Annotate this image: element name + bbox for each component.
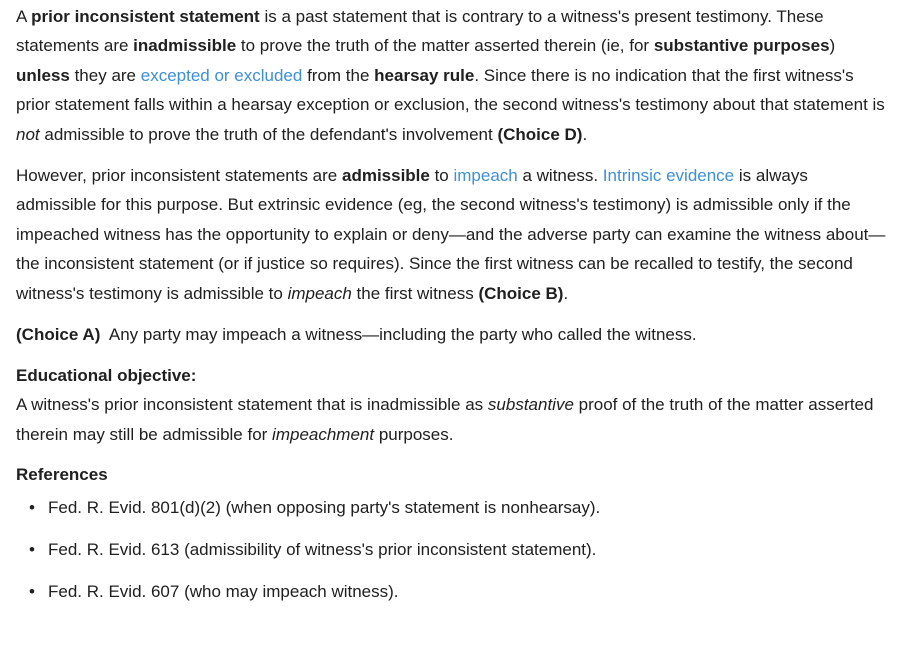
- bullet-icon: •: [29, 498, 35, 518]
- references-heading: References: [16, 460, 886, 489]
- explanation-paragraph-3: (Choice A) Any party may impeach a witne…: [16, 320, 886, 349]
- reference-text: Fed. R. Evid. 613 (admissibility of witn…: [48, 540, 597, 560]
- references-title: References: [16, 465, 108, 485]
- reference-item: • Fed. R. Evid. 613 (admissibility of wit…: [29, 535, 886, 564]
- term-inadmissible: inadmissible: [133, 36, 237, 56]
- text-segment: admissible to prove the truth of the def…: [39, 124, 498, 144]
- text-segment: from the: [302, 65, 375, 85]
- choice-b-label: (Choice B): [478, 283, 564, 303]
- choice-a-label: (Choice A): [16, 325, 101, 345]
- term-unless: unless: [16, 65, 70, 85]
- term-substantive-purposes: substantive purposes: [653, 36, 830, 56]
- explanation-paragraph-1: A prior inconsistent statement is a past…: [16, 2, 886, 149]
- educational-objective-title: Educational objective:: [16, 366, 197, 386]
- reference-text: Fed. R. Evid. 607 (who may impeach witne…: [48, 582, 399, 602]
- explanation-content: A prior inconsistent statement is a past…: [0, 0, 886, 606]
- link-impeach[interactable]: impeach: [453, 166, 517, 185]
- term-prior-inconsistent-statement: prior inconsistent statement: [31, 7, 260, 26]
- reference-text: Fed. R. Evid. 801(d)(2) (when opposing p…: [48, 498, 601, 518]
- emphasis-impeachment: impeachment: [272, 424, 375, 444]
- link-excepted-or-excluded[interactable]: excepted or excluded: [141, 66, 303, 85]
- term-admissible: admissible: [341, 166, 430, 186]
- text-segment: A witness's prior inconsistent statement…: [16, 395, 488, 415]
- reference-item: • Fed. R. Evid. 607 (who may impeach witn…: [29, 577, 886, 606]
- text-segment: A: [16, 7, 32, 26]
- bullet-icon: •: [29, 582, 35, 602]
- educational-objective-text: A witness's prior inconsistent statement…: [16, 390, 886, 449]
- reference-item: • Fed. R. Evid. 801(d)(2) (when opposing …: [29, 493, 886, 522]
- explanation-paragraph-2: However, prior inconsistent statements a…: [16, 161, 886, 308]
- text-segment: purposes.: [374, 424, 454, 444]
- educational-objective-heading: Educational objective:: [16, 361, 886, 390]
- emphasis-not: not: [16, 124, 40, 144]
- text-segment: Any party may impeach a witness—includin…: [100, 325, 697, 345]
- text-segment: .: [582, 124, 588, 144]
- term-hearsay-rule: hearsay rule: [374, 65, 475, 85]
- text-segment: the first witness: [351, 283, 479, 303]
- text-segment: they are: [69, 65, 141, 85]
- choice-d-label: (Choice D): [497, 124, 583, 144]
- text-segment: However, prior inconsistent statements a…: [16, 166, 342, 186]
- text-segment: .: [563, 283, 569, 303]
- text-segment: to: [429, 166, 454, 186]
- text-segment: a witness.: [517, 166, 603, 186]
- emphasis-substantive: substantive: [487, 395, 574, 415]
- emphasis-impeach: impeach: [287, 283, 352, 303]
- text-segment: is always admissible for this purpose. B…: [16, 166, 886, 303]
- bullet-icon: •: [29, 540, 35, 560]
- references-list: • Fed. R. Evid. 801(d)(2) (when opposing …: [16, 493, 886, 606]
- link-intrinsic-evidence[interactable]: Intrinsic evidence: [603, 166, 734, 185]
- text-segment: ): [829, 36, 836, 56]
- text-segment: to prove the truth of the matter asserte…: [236, 36, 654, 56]
